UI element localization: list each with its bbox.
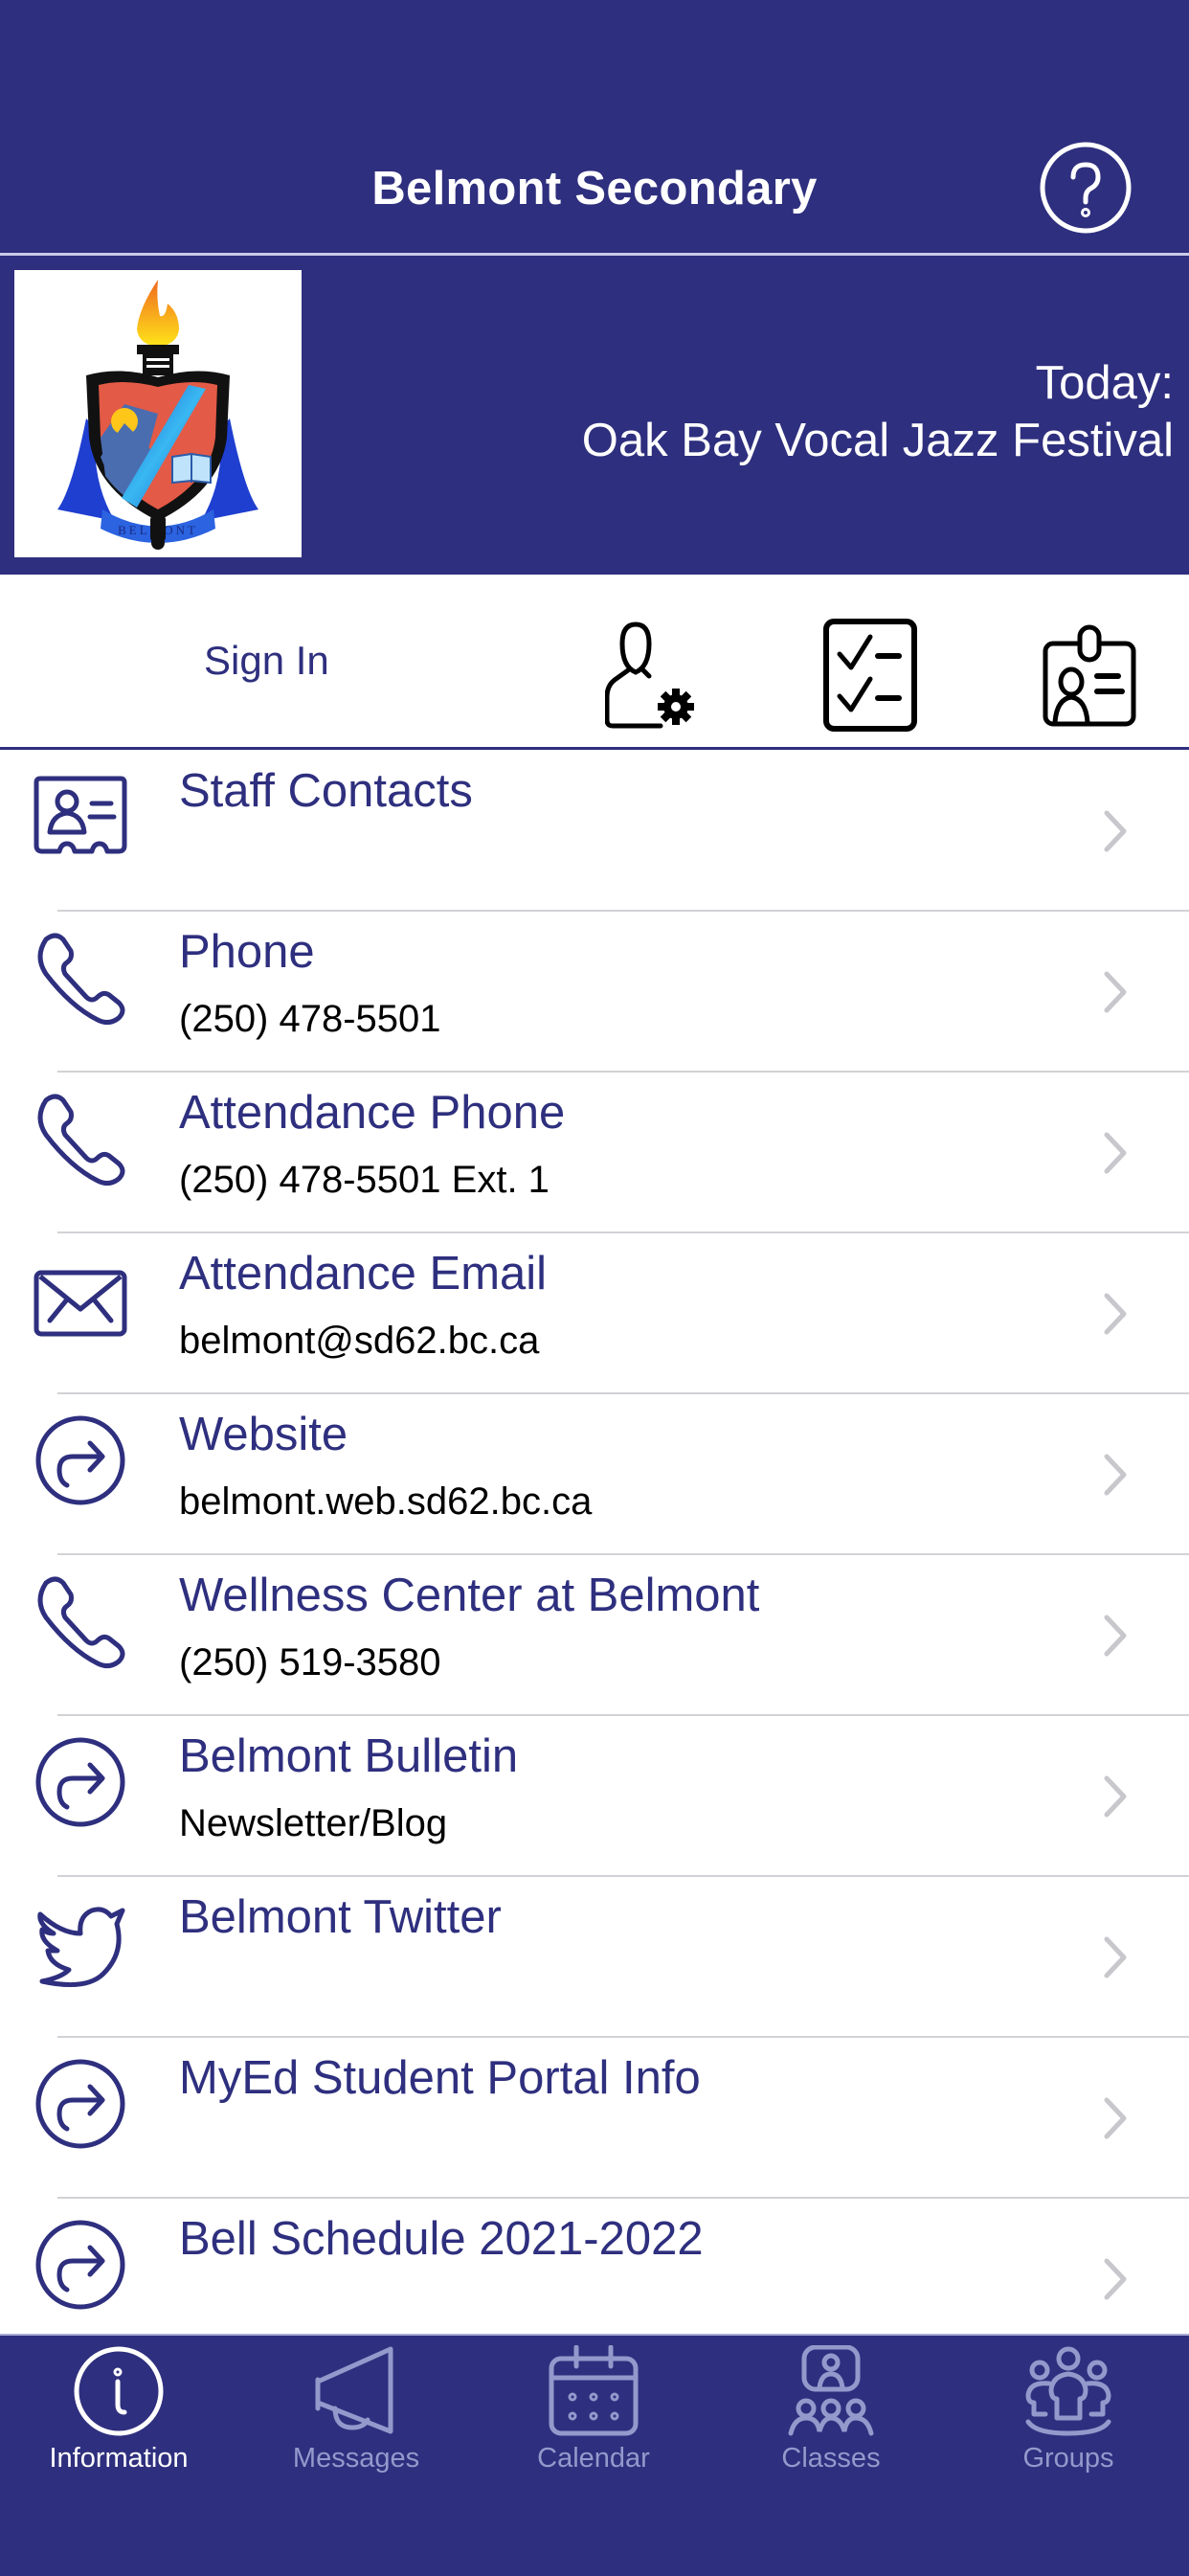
checklist-icon: [823, 619, 917, 732]
list-item-title: Phone: [179, 926, 315, 978]
today-event: Today: Oak Bay Vocal Jazz Festival: [582, 354, 1174, 469]
list-item-phone[interactable]: Phone (250) 478-5501: [0, 911, 1189, 1073]
chevron-right-icon: [1104, 1615, 1127, 1657]
chevron-right-icon: [1104, 810, 1127, 852]
tab-label: Information: [49, 2443, 189, 2474]
chevron-right-icon: [1104, 1293, 1127, 1335]
tab-label: Messages: [292, 2443, 420, 2474]
chevron-right-icon: [1104, 1936, 1127, 1978]
list-item-title: Attendance Phone: [179, 1087, 566, 1139]
list-item-myed-portal[interactable]: MyEd Student Portal Info: [0, 2037, 1189, 2199]
tab-calendar[interactable]: Calendar: [475, 2336, 712, 2489]
chevron-right-icon: [1104, 1775, 1127, 1818]
tab-label: Classes: [781, 2443, 881, 2474]
megaphone-icon: [315, 2346, 393, 2434]
list-item-subtitle: Newsletter/Blog: [179, 1802, 448, 1844]
classes-icon: [788, 2345, 874, 2436]
app-header: Belmont Secondary BELMONT: [0, 0, 1189, 575]
mail-icon: [34, 1270, 127, 1337]
list-item-subtitle: belmont.web.sd62.bc.ca: [179, 1480, 593, 1523]
today-event-name: Oak Bay Vocal Jazz Festival: [581, 415, 1174, 466]
chevron-right-icon: [1104, 1132, 1127, 1174]
external-link-icon: [35, 2059, 125, 2149]
list-item-website[interactable]: Website belmont.web.sd62.bc.ca: [0, 1393, 1189, 1555]
school-logo: BELMONT: [14, 270, 302, 557]
header-divider: [0, 253, 1189, 256]
tab-label: Calendar: [537, 2443, 650, 2474]
user-settings-icon: [604, 621, 694, 729]
contact-card-icon: [34, 776, 127, 854]
tab-bar: Information Messages Calendar Classes Gr…: [0, 2334, 1189, 2576]
help-button[interactable]: [1039, 141, 1133, 235]
list-item-belmont-bulletin[interactable]: Belmont Bulletin Newsletter/Blog: [0, 1715, 1189, 1877]
today-label: Today:: [1035, 357, 1174, 409]
external-link-icon: [35, 1737, 125, 1827]
help-circle-icon: [1040, 142, 1132, 234]
tab-messages[interactable]: Messages: [237, 2336, 475, 2489]
list-item-title: MyEd Student Portal Info: [179, 2052, 701, 2104]
tab-label: Groups: [1022, 2443, 1114, 2474]
list-item-subtitle: belmont@sd62.bc.ca: [179, 1320, 540, 1362]
list-item-belmont-twitter[interactable]: Belmont Twitter: [0, 1876, 1189, 2038]
list-item-subtitle: (250) 478-5501 Ext. 1: [179, 1159, 550, 1201]
external-link-icon: [35, 1415, 125, 1505]
tab-classes[interactable]: Classes: [712, 2336, 950, 2489]
list-item-title: Belmont Twitter: [179, 1891, 502, 1943]
groups-icon: [1025, 2346, 1111, 2436]
list-item-title: Wellness Center at Belmont: [179, 1570, 760, 1621]
list-item-subtitle: (250) 519-3580: [179, 1641, 441, 1683]
tab-groups[interactable]: Groups: [950, 2336, 1187, 2489]
info-icon: [74, 2346, 164, 2436]
chevron-right-icon: [1104, 971, 1127, 1013]
list-item-title: Website: [179, 1409, 348, 1460]
twitter-icon: [37, 1907, 125, 1988]
list-item-subtitle: (250) 478-5501: [179, 998, 441, 1040]
calendar-icon: [549, 2345, 639, 2436]
phone-icon: [37, 1576, 125, 1669]
list-item-attendance-phone[interactable]: Attendance Phone (250) 478-5501 Ext. 1: [0, 1072, 1189, 1233]
id-badge-button[interactable]: [1042, 624, 1137, 728]
list-item-title: Bell Schedule 2021-2022: [179, 2213, 704, 2265]
chevron-right-icon: [1104, 2258, 1127, 2300]
list-item-title: Belmont Bulletin: [179, 1730, 519, 1782]
checklist-button[interactable]: [822, 618, 918, 733]
list-item-title: Staff Contacts: [179, 765, 473, 817]
sign-in-button[interactable]: Sign In: [204, 632, 329, 689]
user-settings-button[interactable]: [604, 621, 699, 732]
tab-information[interactable]: Information: [0, 2336, 237, 2489]
school-crest-image: BELMONT: [57, 280, 258, 550]
page-title: Belmont Secondary: [371, 163, 818, 215]
account-bar: Sign In: [0, 575, 1189, 750]
phone-icon: [37, 1094, 125, 1186]
external-link-icon: [35, 2220, 125, 2310]
phone-icon: [37, 933, 125, 1026]
list-item-attendance-email[interactable]: Attendance Email belmont@sd62.bc.ca: [0, 1232, 1189, 1394]
list-item-staff-contacts[interactable]: Staff Contacts: [0, 750, 1189, 912]
id-badge-icon: [1043, 624, 1136, 727]
list-item-wellness-center[interactable]: Wellness Center at Belmont (250) 519-358…: [0, 1554, 1189, 1716]
list-item-title: Attendance Email: [179, 1248, 548, 1299]
chevron-right-icon: [1104, 1454, 1127, 1496]
chevron-right-icon: [1104, 2097, 1127, 2139]
